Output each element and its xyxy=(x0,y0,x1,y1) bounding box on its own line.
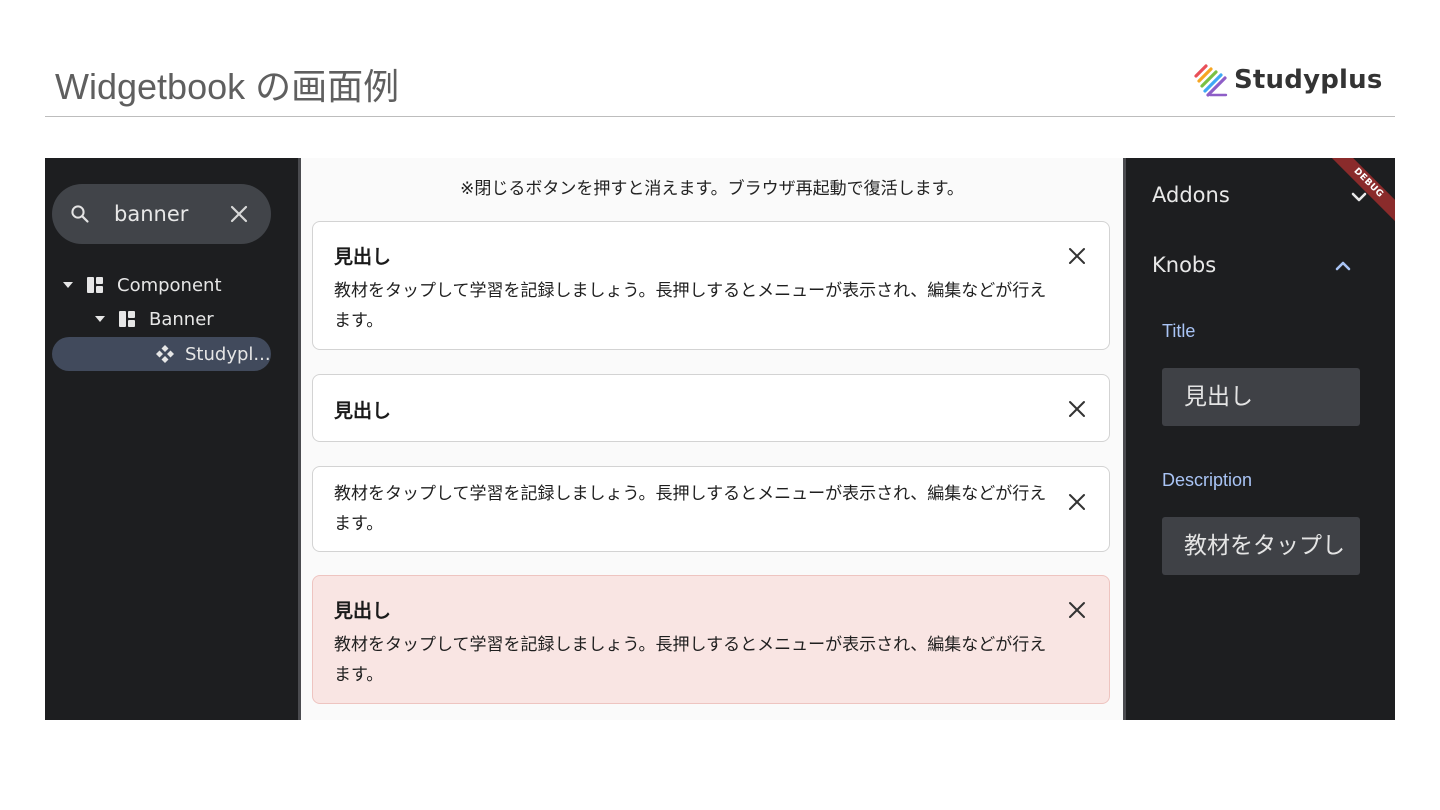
expand-caret-icon[interactable] xyxy=(63,282,73,288)
component-icon xyxy=(119,311,135,327)
clear-search-icon[interactable] xyxy=(228,203,250,225)
widgetbook-app: Component Banner Studypl... ※閉じるボタンを押すと消… xyxy=(45,158,1395,720)
component-icon xyxy=(87,277,103,293)
chevron-up-icon[interactable] xyxy=(1333,256,1353,276)
banner-title: 見出し xyxy=(334,400,392,422)
brand: Studyplus xyxy=(1192,60,1383,100)
tree-item-label: Component xyxy=(117,274,222,296)
addons-section-header[interactable]: Addons xyxy=(1152,183,1230,207)
banner-title-only: 見出し xyxy=(312,374,1110,442)
banner-description: 教材をタップして学習を記録しましょう。長押しするとメニューが表示され、編集などが… xyxy=(334,635,1047,685)
banner-title-description: 見出し 教材をタップして学習を記録しましょう。長押しするとメニューが表示され、編… xyxy=(312,221,1110,350)
tree-item-banner[interactable]: Banner xyxy=(95,302,214,336)
title-knob-input[interactable] xyxy=(1162,368,1360,426)
expand-caret-icon[interactable] xyxy=(95,316,105,322)
debug-badge: DEBUG xyxy=(1323,158,1395,228)
header-divider xyxy=(45,116,1395,117)
tree-item-label: Banner xyxy=(149,308,214,330)
settings-panel: Addons Knobs Title Description DEBUG xyxy=(1123,158,1395,720)
studyplus-logo-icon xyxy=(1194,64,1228,97)
search-bar xyxy=(52,184,271,244)
notice-text: ※閉じるボタンを押すと消えます。ブラウザ再起動で復活します。 xyxy=(460,179,964,199)
navigation-sidebar: Component Banner Studypl... xyxy=(45,158,298,720)
description-knob-label: Description xyxy=(1162,470,1253,490)
close-icon[interactable] xyxy=(1066,398,1088,420)
banner-title: 見出し xyxy=(334,246,392,268)
brand-name: Studyplus xyxy=(1234,65,1383,95)
description-knob-input[interactable] xyxy=(1162,517,1360,575)
slide-title: Widgetbook の画面例 xyxy=(55,66,400,107)
title-knob-label: Title xyxy=(1162,321,1196,341)
banner-description-only: 教材をタップして学習を記録しましょう。長押しするとメニューが表示され、編集などが… xyxy=(312,466,1110,552)
preview-area: ※閉じるボタンを押すと消えます。ブラウザ再起動で復活します。 見出し 教材をタッ… xyxy=(301,158,1123,720)
banner-description: 教材をタップして学習を記録しましょう。長押しするとメニューが表示され、編集などが… xyxy=(334,281,1047,331)
tree-item-studyplus-story[interactable]: Studypl... xyxy=(155,337,271,371)
panel-divider[interactable] xyxy=(1123,158,1126,720)
tree-item-label: Studypl... xyxy=(185,343,271,365)
search-input[interactable] xyxy=(114,198,224,230)
knobs-section-header[interactable]: Knobs xyxy=(1152,253,1216,277)
search-icon xyxy=(71,205,89,223)
banner-description: 教材をタップして学習を記録しましょう。長押しするとメニューが表示され、編集などが… xyxy=(334,484,1047,534)
debug-ribbon: DEBUG xyxy=(1317,158,1395,238)
tree-item-component[interactable]: Component xyxy=(63,268,222,302)
story-icon xyxy=(156,345,174,363)
close-icon[interactable] xyxy=(1066,491,1088,513)
banner-error: 見出し 教材をタップして学習を記録しましょう。長押しするとメニューが表示され、編… xyxy=(312,575,1110,704)
close-icon[interactable] xyxy=(1066,245,1088,267)
close-icon[interactable] xyxy=(1066,599,1088,621)
banner-title: 見出し xyxy=(334,600,392,622)
